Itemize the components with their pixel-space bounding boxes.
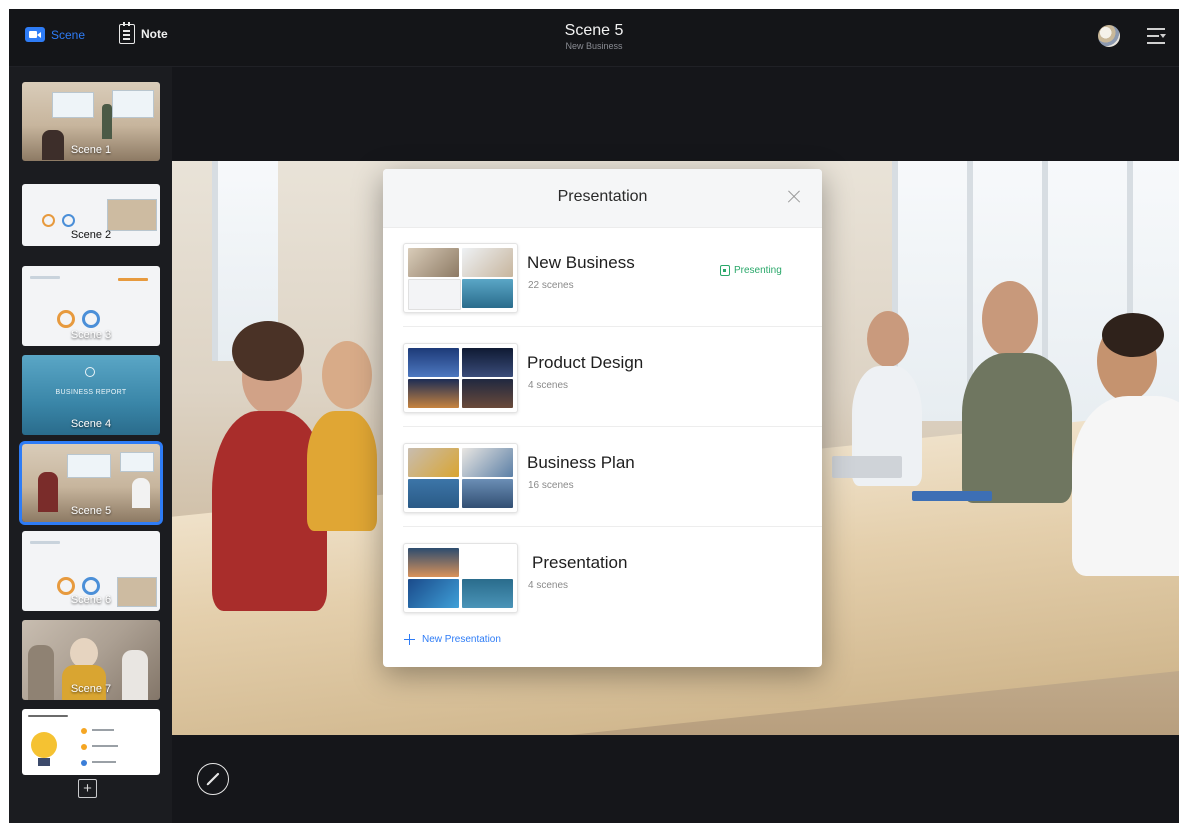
scene-thumb-label: Scene 4 <box>70 418 112 430</box>
note-icon <box>119 22 135 44</box>
scene-tab-label: Scene <box>51 27 86 42</box>
presentation-count: 4 scenes <box>528 380 569 391</box>
note-tab[interactable]: Note <box>119 22 168 44</box>
thumb-chart <box>62 214 75 227</box>
dialog-header: Presentation <box>383 169 822 228</box>
thumb-figure <box>102 104 112 139</box>
new-presentation-button[interactable]: New Presentation <box>404 634 501 645</box>
scene-thumb-label: Scene 6 <box>70 594 112 606</box>
note-tab-label: Note <box>141 27 168 41</box>
scene-thumb-2[interactable]: Scene 2 <box>22 184 160 246</box>
scene-thumb-5[interactable]: Scene 5 <box>22 444 160 522</box>
presentation-thumb <box>403 243 518 313</box>
presentation-name: Business Plan <box>527 453 635 472</box>
dialog-title: Presentation <box>557 188 648 205</box>
lightbulb-icon <box>31 728 118 766</box>
scene-title: Scene 5 <box>564 22 624 39</box>
pen-button[interactable] <box>197 763 229 795</box>
menu-caret-icon <box>1160 34 1166 38</box>
presenting-icon <box>720 265 730 276</box>
thumb-screen <box>67 454 111 478</box>
thumb-chart <box>57 577 75 595</box>
presentation-name: Product Design <box>527 353 644 372</box>
scene-thumb-3[interactable]: Scene 3 <box>22 266 160 346</box>
pen-icon <box>206 772 220 786</box>
thumb-figure <box>70 638 98 668</box>
presentation-count: 4 scenes <box>528 580 569 591</box>
photo-folder <box>912 491 992 501</box>
scene-tab[interactable]: Scene <box>25 27 85 42</box>
thumb-chart <box>82 310 100 328</box>
plus-icon <box>404 634 415 645</box>
presentation-thumb <box>403 543 518 613</box>
app-window: Scene Note Scene 5 New Business Scene 1 … <box>9 9 1179 823</box>
slide-title: BUSINESS REPORT <box>55 389 127 396</box>
thumb-photo <box>107 199 157 231</box>
add-scene-button[interactable]: + <box>78 779 97 798</box>
thumb-chart <box>57 310 75 328</box>
presentation-thumb <box>403 343 518 413</box>
presentation-item-presentation[interactable]: Presentation 4 scenes <box>383 527 822 627</box>
scene-thumb-label: Scene 2 <box>70 229 112 241</box>
thumb-screen <box>52 92 94 118</box>
presentation-count: 16 scenes <box>528 480 574 491</box>
avatar[interactable] <box>1098 25 1120 47</box>
photo-laptop <box>832 456 902 478</box>
thumb-text-line <box>30 276 60 279</box>
scene-thumb-7[interactable]: Scene 7 <box>22 620 160 700</box>
top-bar: Scene Note Scene 5 New Business <box>9 9 1179 67</box>
slide-logo-icon <box>85 367 95 377</box>
scene-thumb-1[interactable]: Scene 1 <box>22 82 160 161</box>
presenting-badge: Presenting <box>720 265 782 276</box>
scene-thumb-8[interactable] <box>22 709 160 775</box>
scene-thumb-4[interactable]: BUSINESS REPORT Scene 4 <box>22 355 160 435</box>
menu-icon[interactable] <box>1145 25 1167 47</box>
bottom-toolbar <box>172 735 1179 823</box>
presentation-item-product-design[interactable]: Product Design 4 scenes <box>383 327 822 427</box>
thumb-screen <box>120 452 154 472</box>
presentation-item-new-business[interactable]: New Business 22 scenes Presenting <box>383 227 822 327</box>
scene-thumb-label: Scene 5 <box>70 505 112 517</box>
presentation-subtitle: New Business <box>565 41 623 51</box>
scene-thumb-label: Scene 7 <box>70 683 112 695</box>
scene-sidebar: Scene 1 Scene 2 Scene 3 BUSINESS REPORT … <box>9 67 172 823</box>
close-icon[interactable] <box>784 187 804 207</box>
thumb-chart <box>42 214 55 227</box>
scene-title-block: Scene 5 New Business <box>9 21 1179 52</box>
thumb-text-line <box>118 278 148 281</box>
presentation-count: 22 scenes <box>528 280 574 291</box>
thumb-figure <box>132 478 150 508</box>
thumb-text-line <box>30 541 60 544</box>
presentation-name: New Business <box>527 253 635 272</box>
presenting-label: Presenting <box>734 265 782 276</box>
thumb-screen <box>112 90 154 118</box>
new-presentation-label: New Presentation <box>422 634 501 645</box>
presentation-dialog: Presentation New Business 22 scenes Pres… <box>383 169 822 667</box>
camera-icon <box>25 27 45 42</box>
scene-thumb-label: Scene 3 <box>70 329 112 341</box>
thumb-chart <box>82 577 100 595</box>
presentation-item-business-plan[interactable]: Business Plan 16 scenes <box>383 427 822 527</box>
scene-thumb-label: Scene 1 <box>70 144 112 156</box>
presentation-name: Presentation <box>532 553 628 572</box>
presentation-thumb <box>403 443 518 513</box>
scene-thumb-6[interactable]: Scene 6 <box>22 531 160 611</box>
